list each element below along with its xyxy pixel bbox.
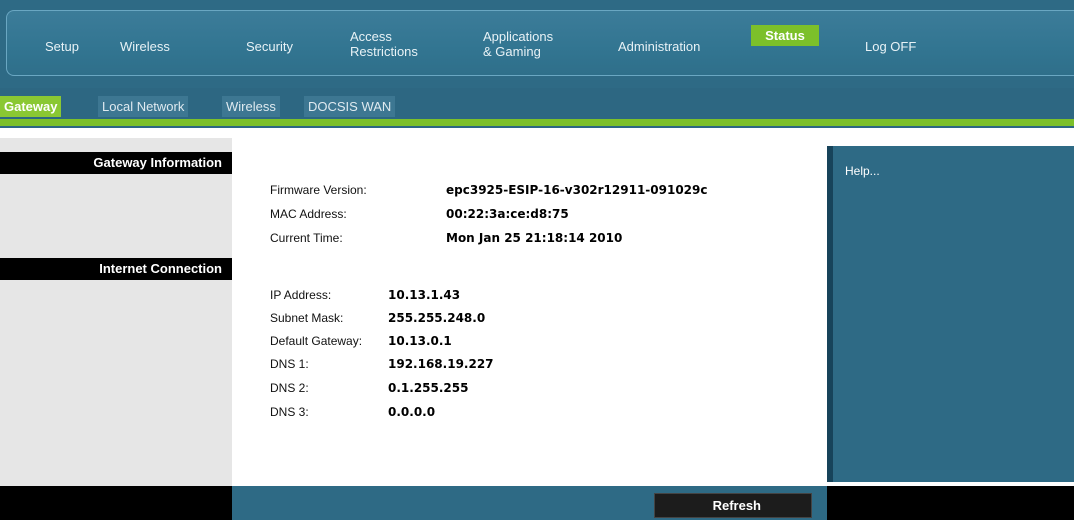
ip-label: IP Address: xyxy=(270,288,332,302)
default-gateway-label: Default Gateway: xyxy=(270,334,363,348)
time-label: Current Time: xyxy=(270,231,343,245)
nav-apps-line1: Applications xyxy=(483,29,554,44)
nav-logoff[interactable]: Log OFF xyxy=(865,39,916,54)
status-content-panel: Firmware Version: epc3925-ESIP-16-v302r1… xyxy=(232,138,827,488)
dns1-label: DNS 1: xyxy=(270,357,309,371)
main-menu: Setup Wireless Security Access Restricti… xyxy=(6,10,1074,76)
tab-gateway[interactable]: Gateway xyxy=(0,96,62,117)
nav-security[interactable]: Security xyxy=(246,39,293,54)
mac-row: MAC Address: xyxy=(270,207,347,221)
firmware-value: epc3925-ESIP-16-v302r12911-091029c xyxy=(446,183,708,197)
mac-value: 00:22:3a:ce:d8:75 xyxy=(446,207,569,221)
tab-underline xyxy=(0,119,1074,126)
left-section-column: Gateway Information Internet Connection xyxy=(0,138,232,520)
nav-apps-line2: & Gaming xyxy=(483,44,541,59)
dns3-value: 0.0.0.0 xyxy=(388,405,436,419)
time-row: Current Time: xyxy=(270,231,343,245)
dns3-label: DNS 3: xyxy=(270,405,309,419)
ip-value: 10.13.1.43 xyxy=(388,288,461,302)
help-panel: Help... xyxy=(827,146,1074,482)
nav-administration[interactable]: Administration xyxy=(618,39,700,54)
nav-access-line2: Restrictions xyxy=(350,44,418,59)
subnet-value: 255.255.248.0 xyxy=(388,311,486,325)
subnet-label: Subnet Mask: xyxy=(270,311,344,325)
nav-status[interactable]: Status xyxy=(751,25,819,46)
firmware-label: Firmware Version: xyxy=(270,183,367,197)
tab-local-network[interactable]: Local Network xyxy=(98,96,189,117)
dns2-value: 0.1.255.255 xyxy=(388,381,469,395)
time-value: Mon Jan 25 21:18:14 2010 xyxy=(446,231,623,245)
refresh-button[interactable]: Refresh xyxy=(654,493,812,518)
internet-connection-heading: Internet Connection xyxy=(0,258,232,280)
nav-access-line1: Access xyxy=(350,29,392,44)
tab-wireless[interactable]: Wireless xyxy=(222,96,280,117)
help-link[interactable]: Help... xyxy=(845,164,880,178)
tab-docsis-wan[interactable]: DOCSIS WAN xyxy=(304,96,396,117)
dns1-value: 192.168.19.227 xyxy=(388,357,494,371)
nav-access-restrictions[interactable]: Access Restrictions xyxy=(350,29,418,59)
nav-setup[interactable]: Setup xyxy=(45,39,79,54)
firmware-row: Firmware Version: xyxy=(270,183,367,197)
nav-wireless[interactable]: Wireless xyxy=(120,39,170,54)
gateway-information-heading: Gateway Information xyxy=(0,152,232,174)
mac-label: MAC Address: xyxy=(270,207,347,221)
default-gateway-value: 10.13.0.1 xyxy=(388,334,452,348)
top-navigation-band: Setup Wireless Security Access Restricti… xyxy=(0,0,1074,88)
nav-applications-gaming[interactable]: Applications & Gaming xyxy=(483,29,553,59)
dns2-label: DNS 2: xyxy=(270,381,309,395)
